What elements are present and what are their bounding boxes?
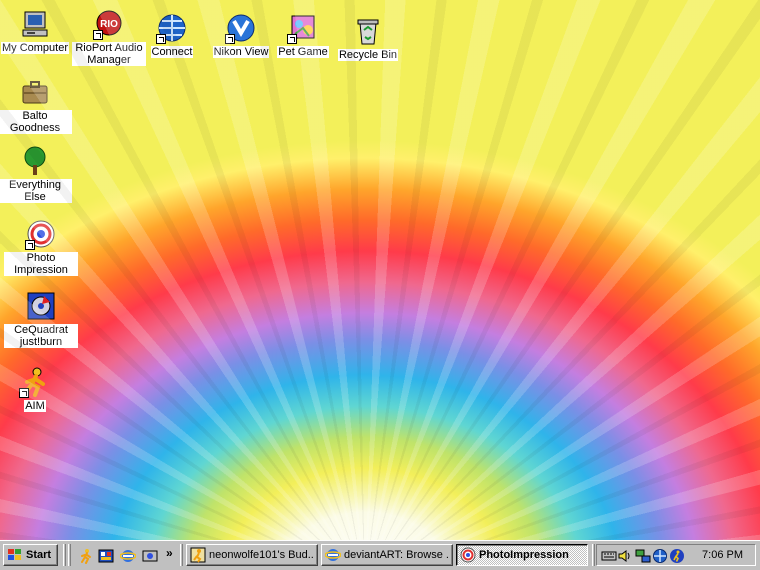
clock[interactable]: 7:06 PM — [702, 549, 743, 561]
desktop-icon-label: My Computer — [0, 42, 70, 54]
tray-grip[interactable] — [592, 544, 595, 566]
desktop-icon-recycle-bin[interactable]: Recycle Bin — [331, 15, 405, 61]
desktop-icon-label: Photo Impression — [4, 252, 78, 276]
shortcut-arrow-icon — [25, 240, 35, 250]
volume-tray-icon[interactable] — [617, 548, 633, 564]
start-button[interactable]: Start — [3, 544, 58, 566]
rioport-icon: RIO — [93, 8, 125, 40]
connect-globe-icon — [156, 12, 188, 44]
desktop-icon-label: AIM — [24, 400, 46, 412]
desktop-icon-connect[interactable]: Connect — [135, 12, 209, 58]
my-computer-icon — [19, 8, 51, 40]
desktop-icon-label: Nikon View — [212, 46, 270, 58]
taskbar: Start » neonwolfe101's Bud... deviantART… — [0, 540, 760, 570]
ie-icon — [325, 547, 341, 563]
quicklaunch-grip[interactable] — [63, 544, 66, 566]
task-button-photoimpression[interactable]: PhotoImpression — [456, 544, 588, 566]
desktop-icon-photo-impression[interactable]: Photo Impression — [4, 218, 78, 276]
shortcut-arrow-icon — [287, 34, 297, 44]
desktop-icon-balto-goodness[interactable]: Balto Goodness — [0, 76, 72, 134]
desktop-icon-pet-game[interactable]: Pet Game — [266, 12, 340, 58]
desktop-icon-label: Everything Else — [0, 179, 72, 203]
shortcut-arrow-icon — [93, 30, 103, 40]
tree-icon — [19, 145, 51, 177]
system-tray: 7:06 PM — [596, 544, 756, 566]
svg-text:RIO: RIO — [100, 19, 118, 30]
windows-logo-icon — [7, 548, 23, 562]
desktop-icon-justburn[interactable]: CeQuadrat just!burn — [4, 290, 78, 348]
desktop-icon-label: CeQuadrat just!burn — [4, 324, 78, 348]
aim-runner-icon — [19, 366, 51, 398]
recycle-bin-icon — [352, 15, 384, 47]
briefcase-icon — [19, 76, 51, 108]
desktop-icon-aim[interactable]: AIM — [0, 366, 72, 412]
channels-quicklaunch-icon[interactable] — [142, 548, 158, 564]
aim-buddy-icon — [190, 547, 206, 563]
quicklaunch-grip-2[interactable] — [68, 544, 71, 566]
pet-game-icon — [287, 12, 319, 44]
desktop-icon-label: Pet Game — [277, 46, 329, 58]
desktop-icon-label: Connect — [150, 46, 194, 58]
shortcut-arrow-icon — [19, 388, 29, 398]
justburn-icon — [25, 290, 57, 322]
globe-tray-icon[interactable] — [652, 548, 668, 564]
photoimpression-icon — [460, 547, 476, 563]
tasks-grip[interactable] — [180, 544, 183, 566]
task-button-aim-buddy[interactable]: neonwolfe101's Bud... — [186, 544, 318, 566]
ie-quicklaunch-icon[interactable] — [120, 548, 136, 564]
shortcut-arrow-icon — [225, 34, 235, 44]
aim-quicklaunch-icon[interactable] — [78, 548, 94, 564]
show-desktop-quicklaunch-icon[interactable] — [98, 548, 114, 564]
keyboard-tray-icon[interactable] — [601, 548, 617, 564]
desktop-icon-everything-else[interactable]: Everything Else — [0, 145, 72, 203]
desktop-icon-my-computer[interactable]: My Computer — [0, 8, 72, 54]
nikon-view-icon — [225, 12, 257, 44]
quicklaunch-more-chevron[interactable]: » — [166, 546, 173, 560]
desktop[interactable]: My Computer RIO RioPort Audio Manager Co… — [0, 0, 760, 540]
photoimpression-icon — [25, 218, 57, 250]
task-button-deviantart[interactable]: deviantART: Browse ... — [321, 544, 453, 566]
network-tray-icon[interactable] — [635, 548, 651, 564]
task-label: neonwolfe101's Bud... — [209, 549, 314, 561]
aim-tray-icon[interactable] — [669, 548, 685, 564]
desktop-icon-label: Recycle Bin — [337, 49, 399, 61]
start-label: Start — [26, 549, 52, 561]
shortcut-arrow-icon — [156, 34, 166, 44]
task-label: PhotoImpression — [479, 549, 569, 561]
desktop-icon-label: Balto Goodness — [0, 110, 72, 134]
task-label: deviantART: Browse ... — [344, 549, 449, 561]
